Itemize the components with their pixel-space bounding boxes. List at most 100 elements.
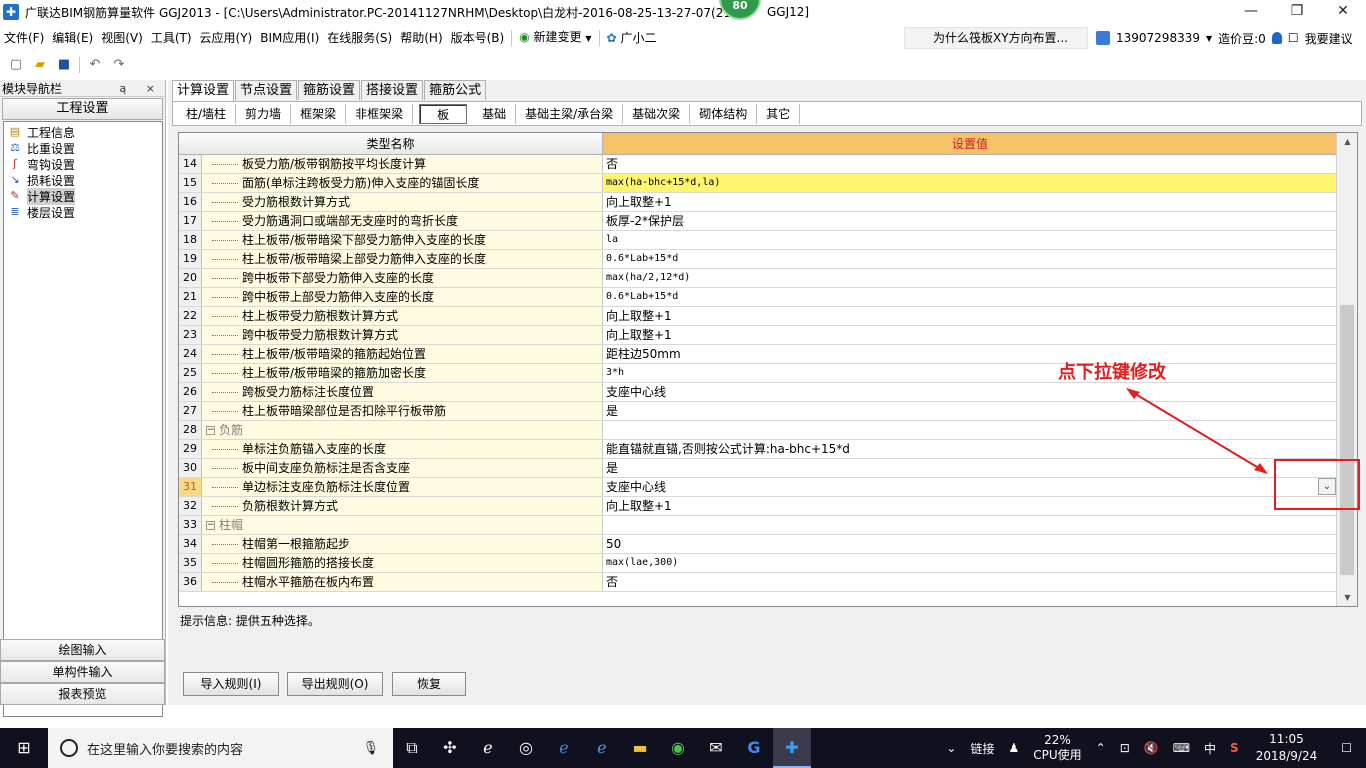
setting-value[interactable]: 否 [603, 573, 1337, 591]
row-number[interactable]: 18 [179, 231, 202, 249]
edge-browser-icon[interactable]: ℯ [545, 728, 583, 768]
windows-start-icon[interactable]: ⊞ [0, 728, 48, 768]
table-row[interactable]: 14 板受力筋/板带钢筋按平均长度计算 否 [179, 155, 1357, 174]
tab-calc-settings[interactable]: 计算设置 [172, 80, 235, 101]
setting-value[interactable]: 支座中心线 ⌄ [603, 478, 1337, 496]
setting-value[interactable]: 0.6*Lab+15*d [603, 250, 1337, 268]
bell-icon[interactable] [1271, 32, 1282, 44]
table-row[interactable]: 23 跨中板带受力筋根数计算方式 向上取整+1 [179, 326, 1357, 345]
row-number[interactable]: 29 [179, 440, 202, 458]
file-explorer-icon[interactable]: ▬ [621, 728, 659, 768]
scroll-up-arrow[interactable]: ▲ [1337, 133, 1357, 150]
setting-value[interactable]: 3*h [603, 364, 1337, 382]
open-folder-icon[interactable]: ▰ [32, 57, 48, 73]
column-header-name[interactable]: 类型名称 [179, 133, 603, 154]
assistant-button[interactable]: ✿ 广小二 [603, 25, 661, 51]
row-number[interactable]: 33 [179, 516, 202, 534]
link-label[interactable]: 链接 [963, 740, 1001, 757]
taskbar-search[interactable]: 在这里输入你要搜索的内容 🎙 [48, 728, 393, 768]
setting-value[interactable]: 是 [603, 402, 1337, 420]
row-number[interactable]: 35 [179, 554, 202, 572]
tree-item-hook[interactable]: ʃ 弯钩设置 [4, 156, 162, 172]
table-row[interactable]: 26 跨板受力筋标注长度位置 支座中心线 [179, 383, 1357, 402]
row-number[interactable]: 20 [179, 269, 202, 287]
tab-node-settings[interactable]: 节点设置 [235, 80, 298, 100]
menu-help[interactable]: 帮助(H) [396, 25, 446, 51]
tree-item-floor[interactable]: ≣ 楼层设置 [4, 204, 162, 220]
row-number[interactable]: 21 [179, 288, 202, 306]
minimize-button[interactable]: — [1228, 0, 1274, 24]
setting-value[interactable]: max(lae,300) [603, 554, 1337, 572]
table-row[interactable]: 36 柱帽水平箍筋在板内布置 否 [179, 573, 1357, 592]
setting-value[interactable]: max(ha/2,12*d) [603, 269, 1337, 287]
setting-value[interactable]: la [603, 231, 1337, 249]
table-row[interactable]: 16 受力筋根数计算方式 向上取整+1 [179, 193, 1357, 212]
export-rules-button[interactable]: 导出规则(O) [287, 672, 383, 696]
close-button[interactable]: ✕ [1320, 0, 1366, 24]
undo-icon[interactable]: ↶ [87, 57, 103, 73]
setting-value[interactable]: 支座中心线 [603, 383, 1337, 401]
clock[interactable]: 11:05 2018/9/24 [1246, 731, 1328, 765]
people-icon[interactable]: ♟ [1001, 741, 1026, 755]
row-number[interactable]: 16 [179, 193, 202, 211]
menu-online[interactable]: 在线服务(S) [323, 25, 396, 51]
table-row[interactable]: 35 柱帽圆形箍筋的搭接长度 max(lae,300) [179, 554, 1357, 573]
setting-value[interactable]: 向上取整+1 [603, 326, 1337, 344]
table-row[interactable]: 28− 负筋 [179, 421, 1357, 440]
menu-file[interactable]: 文件(F) [0, 25, 48, 51]
menu-edit[interactable]: 编辑(E) [48, 25, 97, 51]
table-row[interactable]: 29 单标注负筋锚入支座的长度 能直锚就直锚,否则按公式计算:ha-bhc+15*d [179, 440, 1357, 459]
collapse-icon[interactable]: − [206, 521, 215, 530]
tree-item-calc[interactable]: ✎ 计算设置 [4, 187, 162, 205]
setting-value[interactable] [603, 421, 1337, 439]
setting-value[interactable] [603, 516, 1337, 534]
suggest-button[interactable]: 我要建议 [1305, 30, 1353, 47]
nav-section-project-settings[interactable]: 工程设置 [2, 98, 163, 120]
setting-value[interactable]: 否 [603, 155, 1337, 173]
subtab-masonry[interactable]: 砌体结构 [690, 103, 758, 124]
row-number[interactable]: 31 [179, 478, 202, 496]
row-number[interactable]: 24 [179, 345, 202, 363]
cpu-meter[interactable]: 22% CPU使用 [1026, 733, 1088, 763]
tree-item-project-info[interactable]: ▤ 工程信息 [4, 124, 162, 140]
tray-expand-icon[interactable]: ⌃ [1089, 741, 1113, 755]
row-number[interactable]: 25 [179, 364, 202, 382]
tab-stirrup-formula[interactable]: 箍筋公式 [424, 80, 487, 100]
row-number[interactable]: 28 [179, 421, 202, 439]
setting-value[interactable]: 0.6*Lab+15*d [603, 288, 1337, 306]
table-row[interactable]: 20 跨中板带下部受力筋伸入支座的长度 max(ha/2,12*d) [179, 269, 1357, 288]
volume-mute-icon[interactable]: 🔇 [1137, 741, 1166, 755]
row-number[interactable]: 30 [179, 459, 202, 477]
table-row[interactable]: 19 柱上板带/板带暗梁上部受力筋伸入支座的长度 0.6*Lab+15*d [179, 250, 1357, 269]
user-phone[interactable]: 13907298339 [1116, 31, 1200, 45]
setting-value[interactable]: 50 [603, 535, 1337, 553]
task-view-icon[interactable]: ⧉ [393, 728, 431, 768]
table-row[interactable]: 24 柱上板带/板带暗梁的箍筋起始位置 距柱边50mm [179, 345, 1357, 364]
setting-value[interactable]: 板厚-2*保护层 [603, 212, 1337, 230]
tab-lap-settings[interactable]: 搭接设置 [361, 80, 424, 100]
maximize-button[interactable]: ❐ [1274, 0, 1320, 24]
ie-blue-icon[interactable]: ℯ [583, 728, 621, 768]
subtab-other[interactable]: 其它 [757, 103, 801, 124]
green-browser-icon[interactable]: ◉ [659, 728, 697, 768]
table-row[interactable]: 34 柱帽第一根箍筋起步 50 [179, 535, 1357, 554]
table-row[interactable]: 32 负筋根数计算方式 向上取整+1 [179, 497, 1357, 516]
swirl-app-icon[interactable]: ◎ [507, 728, 545, 768]
subtab-foundation-main-beam[interactable]: 基础主梁/承台梁 [516, 103, 624, 124]
tree-item-loss[interactable]: ↘ 损耗设置 [4, 172, 162, 188]
table-row[interactable]: 22 柱上板带受力筋根数计算方式 向上取整+1 [179, 307, 1357, 326]
grid-scrollbar[interactable]: ▲ ▼ [1336, 133, 1357, 606]
keyboard-icon[interactable]: ⌨ [1166, 741, 1197, 755]
row-number[interactable]: 22 [179, 307, 202, 325]
glodon-g-icon[interactable]: G [735, 728, 773, 768]
table-row[interactable]: 27 柱上板带暗梁部位是否扣除平行板带筋 是 [179, 402, 1357, 421]
sogou-icon[interactable]: S [1223, 741, 1246, 755]
bean-count[interactable]: 造价豆:0 [1218, 30, 1266, 47]
microphone-icon[interactable]: 🎙 [362, 741, 379, 756]
row-number[interactable]: 14 [179, 155, 202, 173]
nav-draw-input[interactable]: 绘图输入 [0, 639, 165, 661]
row-number[interactable]: 36 [179, 573, 202, 591]
nav-single-input[interactable]: 单构件输入 [0, 661, 165, 683]
subtab-column[interactable]: 柱/墙柱 [177, 103, 237, 124]
menu-bim[interactable]: BIM应用(I) [256, 25, 323, 51]
